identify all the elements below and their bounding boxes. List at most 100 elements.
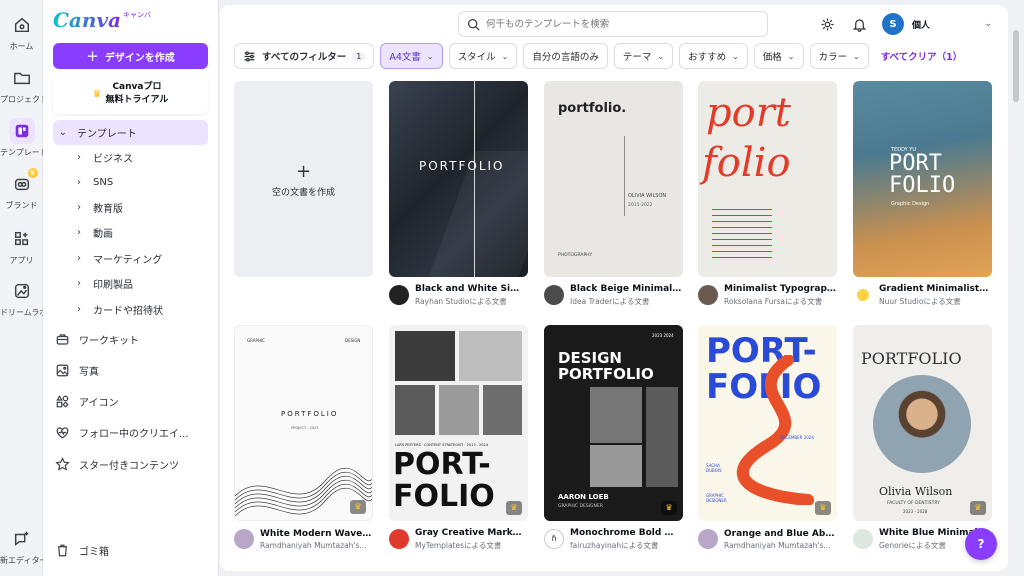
author-avatar	[544, 285, 564, 305]
plus-icon: +	[86, 47, 99, 65]
author-avatar	[389, 285, 409, 305]
template-thumbnail: port folio	[698, 81, 837, 277]
author-avatar	[234, 529, 254, 549]
filter-recommended[interactable]: おすすめ ⌄	[679, 43, 748, 69]
chevron-down-icon: ⌄	[657, 51, 665, 61]
category-sns[interactable]: › SNS	[53, 170, 208, 195]
crown-icon: ♛	[970, 501, 986, 515]
template-card[interactable]: PORTFOLIO Olivia Wilson FACULTY OF DENTI…	[853, 325, 992, 551]
rail-item-projects[interactable]: プロジェクト	[0, 65, 43, 121]
rail-label: ホーム	[9, 42, 34, 51]
rail-label: テンプレート	[0, 148, 43, 157]
rail-label: ドリームラボ	[0, 308, 43, 317]
chevron-right-icon: ›	[77, 177, 81, 188]
nav-photos[interactable]: 写真	[53, 358, 208, 383]
main-content: S 個人 ⌄ すべてのフィルター 1 A4文書⌄ スタイル⌄ 自分の言語のみ テ…	[220, 5, 1008, 571]
nav-followed-creators[interactable]: フォロー中のクリエイ...	[53, 420, 208, 445]
account-name: 個人	[912, 20, 931, 31]
rail-item-templates[interactable]: テンプレート	[0, 118, 43, 174]
chevron-right-icon: ›	[77, 202, 81, 213]
crown-icon: ♛	[350, 500, 366, 514]
chevron-down-icon: ⌄	[984, 19, 992, 29]
chevron-down-icon: ⌄	[732, 51, 739, 61]
rail-item-dream-lab[interactable]: ドリームラボ	[0, 278, 43, 334]
template-thumbnail: PORT- FOLIO DECEMBER 2024 SACHA DUBOIS G…	[698, 325, 837, 521]
help-button[interactable]: ?	[965, 528, 997, 560]
filter-color[interactable]: カラー ⌄	[809, 43, 869, 69]
rail-label: プロジェクト	[0, 95, 43, 104]
bell-icon	[852, 18, 866, 32]
gear-icon	[821, 18, 833, 30]
account-menu[interactable]: S 個人 ⌄	[882, 11, 992, 37]
category-business[interactable]: › ビジネス	[53, 145, 208, 170]
notifications-button[interactable]	[849, 14, 869, 34]
category-print[interactable]: › 印刷製品	[53, 271, 208, 296]
template-card[interactable]: LARS PEETERS · CONTENT STRATEGIST · 2013…	[389, 325, 528, 551]
template-card[interactable]: PORTFOLIO Black and White Simpl... Rayhan…	[389, 81, 528, 307]
rail-item-home[interactable]: ホーム	[0, 12, 43, 68]
filter-price[interactable]: 価格 ⌄	[753, 43, 804, 69]
create-blank-document-card[interactable]: + 空の文書を作成	[234, 81, 373, 277]
briefcase-icon	[53, 331, 71, 349]
scrollbar-thumb[interactable]	[1013, 30, 1019, 102]
filter-a4-document[interactable]: A4文書 ⌄	[380, 43, 443, 69]
chevron-down-icon: ⌄	[58, 127, 68, 138]
category-marketing[interactable]: › マーケティング	[53, 246, 208, 271]
canva-logo[interactable]: Canva キャンバ	[53, 8, 151, 38]
filter-bar: すべてのフィルター 1 A4文書 ⌄ スタイル ⌄ 自分の言語のみ テーマ ⌄ おすす…	[234, 43, 962, 69]
rail-label: 新エディター	[0, 556, 43, 565]
nav-starred[interactable]: スター付きコンテンツ	[53, 452, 208, 477]
nav-templates[interactable]: ⌄ テンプレート	[53, 120, 208, 145]
search-bar[interactable]	[458, 11, 768, 37]
rail-item-apps[interactable]: アプリ	[0, 226, 43, 282]
chevron-right-icon: ›	[77, 278, 81, 289]
nav-workkit[interactable]: ワークキット	[53, 327, 208, 352]
chevron-right-icon: ›	[77, 152, 81, 163]
sun-icon	[853, 285, 873, 305]
clear-all-filters-link[interactable]: すべてクリア（1）	[881, 49, 963, 63]
template-card[interactable]: GRAPHIC DESIGN PORTFOLIO PROJECT - 2023 …	[234, 325, 373, 551]
template-thumbnail: LARS PEETERS · CONTENT STRATEGIST · 2013…	[389, 325, 528, 521]
swirl-graphic	[736, 355, 814, 505]
chevron-right-icon: ›	[77, 227, 81, 238]
rail-item-brand[interactable]: ♛ ブランド	[0, 168, 43, 227]
author-avatar	[389, 529, 409, 549]
chevron-down-icon: ⌄	[501, 51, 509, 61]
template-card[interactable]: TEDDY YU PORT FOLIO Graphic Design Gradi…	[853, 81, 992, 307]
template-icon	[8, 118, 35, 144]
crown-icon: ♛	[815, 501, 831, 515]
filter-my-language[interactable]: 自分の言語のみ	[523, 43, 608, 69]
template-card[interactable]: 2023 2024 DESIGN PORTFOLIO AARON LOEB GR…	[544, 325, 683, 551]
sliders-icon	[244, 50, 255, 62]
nav-icons[interactable]: アイコン	[53, 389, 208, 414]
navigation-rail: ホーム プロジェクト テンプレート ♛ ブランド アプリ ドリームラボ	[0, 0, 43, 576]
chevron-down-icon: ⌄	[787, 51, 795, 61]
filter-theme[interactable]: テーマ ⌄	[613, 43, 674, 69]
template-card[interactable]: PORT- FOLIO DECEMBER 2024 SACHA DUBOIS G…	[698, 325, 837, 551]
category-education[interactable]: › 教育版	[53, 195, 208, 220]
nav-trash[interactable]: ゴミ箱	[53, 538, 208, 563]
category-cards[interactable]: › カードや招待状	[53, 297, 208, 322]
crown-icon: ♛	[27, 168, 38, 178]
settings-button[interactable]	[817, 14, 837, 34]
all-filters-button[interactable]: すべてのフィルター 1	[234, 43, 375, 69]
template-card[interactable]: portfolio. OLIVIA WILSON 2015-2022 PHOTO…	[544, 81, 683, 307]
template-card[interactable]: port folio Minimalist Typography...Rokso…	[698, 81, 837, 307]
plus-icon: +	[295, 160, 312, 182]
brand-icon: ♛	[9, 168, 38, 197]
filter-count-badge: 1	[352, 51, 366, 61]
canva-pro-trial-button[interactable]: ♛ Canvaプロ 無料トライアル	[53, 74, 208, 114]
chevron-down-icon: ⌄	[426, 51, 434, 61]
search-input[interactable]	[486, 18, 767, 30]
rail-label: アプリ	[9, 256, 34, 265]
category-video[interactable]: › 動画	[53, 220, 208, 245]
create-design-button[interactable]: + デザインを作成	[53, 43, 208, 69]
search-icon	[467, 18, 480, 31]
home-icon	[9, 12, 35, 38]
rail-item-new-editor[interactable]: 新エディター	[0, 526, 43, 576]
filter-style[interactable]: スタイル ⌄	[448, 43, 518, 69]
dream-lab-icon	[9, 278, 35, 304]
template-thumbnail: GRAPHIC DESIGN PORTFOLIO PROJECT - 2023 …	[234, 325, 373, 521]
trash-icon	[53, 542, 71, 560]
photo-icon	[53, 362, 71, 380]
